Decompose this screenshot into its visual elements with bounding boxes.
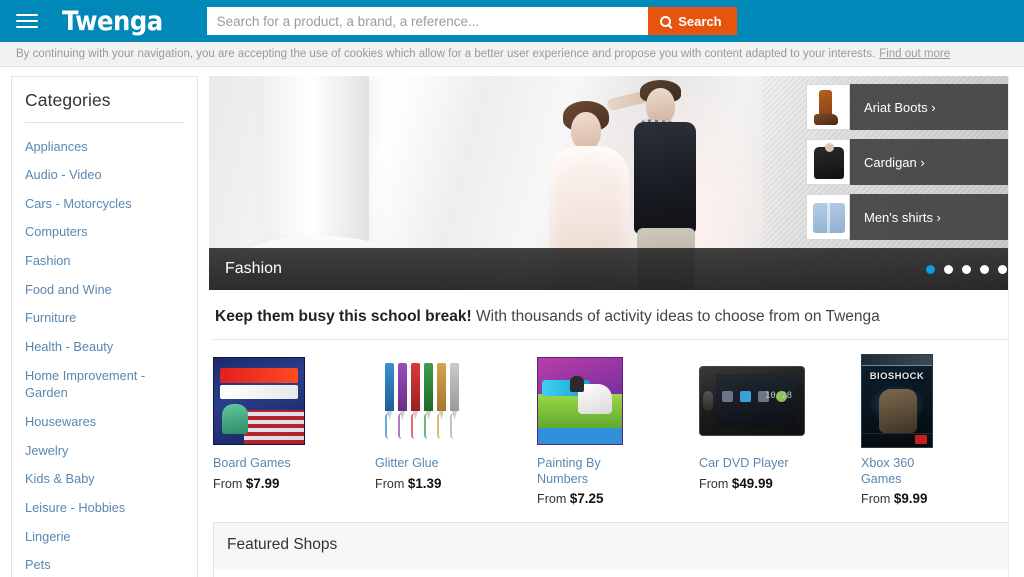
sidebar-item-cars-motorcycles[interactable]: Cars - Motorcycles xyxy=(12,189,197,218)
sidebar-item-health-beauty[interactable]: Health - Beauty xyxy=(12,333,197,362)
product-name: Car DVD Player xyxy=(699,456,789,470)
cookie-notice-bar: By continuing with your navigation, you … xyxy=(0,42,1024,67)
painting-by-numbers-box-thumbnail xyxy=(537,354,699,448)
carousel-dot-1[interactable] xyxy=(926,264,935,274)
hero-carousel[interactable]: Ariat Boots › Cardigan › Men's shirts › … xyxy=(209,76,1023,290)
product-card-car-dvd-player[interactable]: 10:28 Car DVD Player From $49.99 xyxy=(699,354,861,506)
hero-link-label: Men's shirts › xyxy=(850,194,1023,240)
site-header: Twenga Search xyxy=(0,0,1024,42)
price-prefix: From xyxy=(861,492,891,507)
product-price: From $49.99 xyxy=(699,476,861,491)
carousel-dots xyxy=(926,264,1007,274)
price-prefix: From xyxy=(375,476,405,491)
search-bar: Search xyxy=(206,7,737,35)
price-prefix: From xyxy=(537,492,567,507)
sidebar-item-audio-video[interactable]: Audio - Video xyxy=(12,161,197,190)
hero-column-decor xyxy=(264,76,369,246)
categories-sidebar: Categories Appliances Audio - Video Cars… xyxy=(11,76,198,577)
price-value: $1.39 xyxy=(407,475,442,491)
sidebar-item-jewelry[interactable]: Jewelry xyxy=(12,436,197,465)
main-content: Ariat Boots › Cardigan › Men's shirts › … xyxy=(198,76,1024,577)
board-game-box-thumbnail xyxy=(213,354,375,448)
hero-caption-text: Fashion xyxy=(225,260,282,277)
search-button[interactable]: Search xyxy=(648,7,737,35)
product-name: Xbox 360 Games xyxy=(861,456,915,486)
carousel-dot-4[interactable] xyxy=(980,264,989,274)
site-logo[interactable]: Twenga xyxy=(62,8,163,35)
sidebar-item-kids-baby[interactable]: Kids & Baby xyxy=(12,465,197,494)
promo-headline-bold: Keep them busy this school break! xyxy=(215,308,472,325)
search-icon xyxy=(660,15,672,27)
page-body: Categories Appliances Audio - Video Cars… xyxy=(0,67,1024,577)
product-price: From $7.25 xyxy=(537,491,699,506)
sidebar-item-housewares[interactable]: Housewares xyxy=(12,408,197,437)
price-value: $9.99 xyxy=(893,491,928,507)
sidebar-item-lingerie[interactable]: Lingerie xyxy=(12,522,197,551)
product-name: Board Games xyxy=(213,456,291,470)
cookie-notice-text: By continuing with your navigation, you … xyxy=(16,48,876,60)
sidebar-item-fashion[interactable]: Fashion xyxy=(12,247,197,276)
car-dvd-player-thumbnail: 10:28 xyxy=(699,354,861,448)
hero-link-label: Cardigan › xyxy=(850,139,1023,185)
hero-model-female-head xyxy=(571,112,601,150)
product-row: Board Games From $7.99 Glitter Glue From… xyxy=(209,340,1023,506)
price-prefix: From xyxy=(699,476,729,491)
mens-shirt-thumbnail xyxy=(806,194,850,240)
product-card-glitter-glue[interactable]: Glitter Glue From $1.39 xyxy=(375,354,537,506)
cardigan-thumbnail xyxy=(806,139,850,185)
sidebar-item-appliances[interactable]: Appliances xyxy=(12,132,197,161)
product-name: Painting By Numbers xyxy=(537,456,601,486)
carousel-dot-2[interactable] xyxy=(944,264,953,274)
sidebar-item-furniture[interactable]: Furniture xyxy=(12,304,197,333)
price-value: $7.25 xyxy=(569,491,604,507)
price-value: $49.99 xyxy=(731,475,773,491)
sidebar-item-computers[interactable]: Computers xyxy=(12,218,197,247)
search-input[interactable] xyxy=(206,7,649,35)
carousel-dot-5[interactable] xyxy=(998,264,1007,274)
sidebar-item-pets[interactable]: Pets xyxy=(12,551,197,577)
product-card-board-games[interactable]: Board Games From $7.99 xyxy=(213,354,375,506)
product-card-xbox-360-games[interactable]: BIOSHOCK Xbox 360 Games From $9.99 xyxy=(861,354,1023,506)
product-card-painting-by-numbers[interactable]: Painting By Numbers From $7.25 xyxy=(537,354,699,506)
sidebar-item-food-and-wine[interactable]: Food and Wine xyxy=(12,275,197,304)
hero-model-male-vest xyxy=(634,122,696,234)
glitter-glue-pens-thumbnail xyxy=(375,354,537,448)
price-value: $7.99 xyxy=(245,475,280,491)
right-edge-panel xyxy=(1008,76,1024,577)
featured-shops-body xyxy=(213,570,1019,577)
product-price: From $7.99 xyxy=(213,476,375,491)
hero-link-cardigan[interactable]: Cardigan › xyxy=(806,139,1023,185)
boot-thumbnail xyxy=(806,84,850,130)
price-prefix: From xyxy=(213,476,243,491)
carousel-dot-3[interactable] xyxy=(962,264,971,274)
hero-link-label: Ariat Boots › xyxy=(850,84,1023,130)
categories-title: Categories xyxy=(25,90,111,110)
hero-link-ariat-boots[interactable]: Ariat Boots › xyxy=(806,84,1023,130)
hero-link-mens-shirts[interactable]: Men's shirts › xyxy=(806,194,1023,240)
product-price: From $1.39 xyxy=(375,476,537,491)
hamburger-menu-icon[interactable] xyxy=(14,9,40,33)
product-name: Glitter Glue xyxy=(375,456,439,470)
featured-shops-title: Featured Shops xyxy=(227,536,338,554)
promo-headline-rest: With thousands of activity ideas to choo… xyxy=(471,308,880,325)
hero-caption-bar: Fashion xyxy=(209,248,1023,290)
promo-headline: Keep them busy this school break! With t… xyxy=(209,290,1023,326)
sidebar-divider xyxy=(25,122,184,123)
search-button-label: Search xyxy=(678,13,722,29)
cookie-find-out-more-link[interactable]: Find out more xyxy=(879,48,950,60)
sidebar-item-home-improvement[interactable]: Home Improvement - Garden xyxy=(12,361,197,407)
featured-shops-section: Featured Shops xyxy=(213,522,1019,571)
hero-quick-links: Ariat Boots › Cardigan › Men's shirts › xyxy=(806,84,1023,240)
sidebar-item-leisure-hobbies[interactable]: Leisure - Hobbies xyxy=(12,494,197,523)
product-price: From $9.99 xyxy=(861,491,1023,506)
xbox-game-box-thumbnail: BIOSHOCK xyxy=(861,354,1023,448)
